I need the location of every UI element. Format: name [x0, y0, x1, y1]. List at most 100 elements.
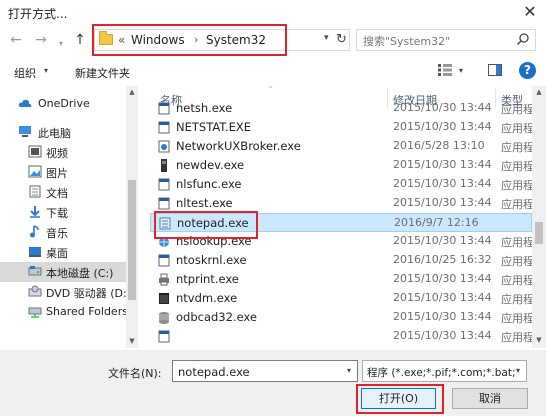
filter-dropdown-icon[interactable]: ▾	[516, 366, 520, 375]
cancel-button[interactable]: 取消	[452, 388, 528, 409]
search-placeholder: 搜索"System32"	[363, 35, 451, 48]
exe-icon	[158, 330, 170, 343]
sidebar-item-label: 桌面	[46, 247, 68, 260]
sidebar-item-desktop[interactable]: 桌面	[0, 242, 126, 262]
table-row[interactable]: NETSTAT.EXE 2015/10/30 13:44 应用程	[150, 118, 534, 137]
sidebar-item-label: 文档	[46, 187, 68, 200]
filename-value[interactable]: notepad.exe	[178, 365, 250, 379]
file-name: NetworkUXBroker.exe	[176, 139, 301, 153]
sort-arrow-icon: ^	[268, 86, 274, 93]
search-icon[interactable]	[516, 32, 530, 46]
view-options-icon[interactable]	[437, 63, 453, 77]
sidebar-item-this-pc[interactable]: 此电脑	[0, 122, 126, 142]
file-type: 应用程	[501, 236, 534, 249]
exe-icon	[158, 102, 170, 115]
file-type: 应用程	[501, 312, 534, 325]
file-type-filter-value[interactable]: 程序 (*.exe;*.pif;*.com;*.bat;*.	[367, 365, 515, 380]
refresh-icon[interactable]: ↻	[336, 32, 347, 47]
filename-dropdown-icon[interactable]: ▾	[347, 366, 351, 375]
filelist-scrollbar[interactable]	[532, 86, 546, 348]
recent-chevron-icon[interactable]: ▾	[53, 35, 69, 53]
table-row[interactable]: newdev.exe 2015/10/30 13:44 应用程	[150, 156, 534, 175]
exe-icon	[158, 178, 170, 191]
table-row[interactable]: ntoskrnl.exe 2016/10/25 16:32 应用程	[150, 251, 534, 270]
file-date: 2015/10/30 13:44	[393, 158, 492, 171]
table-row[interactable]: NetworkUXBroker.exe 2016/5/28 13:10 应用程	[150, 137, 534, 156]
back-arrow-icon[interactable]: ←	[8, 31, 24, 49]
file-date: 2016/10/25 16:32	[393, 253, 492, 266]
desktop-icon	[29, 247, 41, 257]
dvd-icon	[28, 285, 42, 297]
title-bar	[0, 0, 546, 26]
sidebar-item-onedrive[interactable]: OneDrive	[0, 94, 126, 114]
address-dropdown-icon[interactable]: ▾	[324, 33, 329, 43]
file-name: ntvdm.exe	[176, 291, 238, 305]
music-icon	[30, 225, 39, 238]
file-type: 应用程	[501, 141, 534, 154]
sidebar-item-videos[interactable]: 视频	[0, 142, 126, 162]
exe-icon	[158, 197, 170, 210]
organize-chevron-icon[interactable]: ▾	[44, 66, 48, 75]
sidebar-scroll-up-icon[interactable]: ▲	[126, 86, 138, 98]
sidebar-item-music[interactable]: 音乐	[0, 222, 126, 242]
file-date: 2016/9/7 12:16	[394, 216, 479, 229]
forward-arrow-icon[interactable]: →	[33, 31, 49, 49]
sidebar-scrollbar-thumb[interactable]	[128, 180, 136, 300]
notepad-highlight-box	[154, 211, 258, 239]
file-name: NETSTAT.EXE	[176, 120, 252, 134]
device-icon	[161, 159, 167, 172]
file-date: 2015/10/30 13:44	[393, 310, 492, 323]
sidebar-item-documents[interactable]: 文档	[0, 182, 126, 202]
exe-icon	[158, 254, 170, 267]
window-icon	[159, 293, 169, 304]
pictures-folder-icon	[28, 165, 42, 178]
sidebar-item-label: Shared Folders	[46, 305, 126, 318]
address-highlight-box	[92, 24, 287, 56]
filelist-scroll-down-icon[interactable]: ▼	[532, 336, 546, 348]
file-type: 应用程	[501, 331, 534, 344]
table-row[interactable]: ntprint.exe 2015/10/30 13:44 应用程	[150, 270, 534, 289]
table-row[interactable]: odbcad32.exe 2015/10/30 13:44 应用程	[150, 308, 534, 327]
organize-button[interactable]: 组织	[14, 65, 36, 81]
network-icon	[158, 140, 170, 153]
file-name: ntoskrnl.exe	[176, 253, 247, 267]
sidebar-scroll-down-icon[interactable]: ▼	[126, 335, 138, 347]
window-title: 打开方式...	[8, 7, 68, 21]
sidebar-item-dvd-drive[interactable]: DVD 驱动器 (D:	[0, 282, 126, 302]
file-type: 应用程	[501, 179, 534, 192]
file-date: 2016/5/28 13:10	[393, 139, 485, 152]
file-name: ntprint.exe	[176, 272, 239, 286]
download-icon	[30, 206, 40, 218]
help-icon[interactable]: ?	[519, 62, 536, 79]
close-icon[interactable]: ✕	[519, 2, 541, 22]
file-type: 应用程	[501, 103, 534, 116]
computer-icon	[19, 126, 31, 137]
table-row[interactable]: 2015/10/30 13:44 应用程	[150, 327, 534, 346]
view-chevron-icon[interactable]: ▾	[459, 66, 463, 75]
network-drive-icon	[28, 307, 42, 318]
file-type: 应用程	[501, 122, 534, 135]
preview-pane-icon[interactable]	[488, 64, 502, 76]
sidebar-item-pictures[interactable]: 图片	[0, 162, 126, 182]
navigation-pane: OneDrive 此电脑 视频 图片 文档 下载 音乐 桌面 本地磁盘 (C:)…	[0, 86, 126, 348]
sidebar-item-label: 下载	[46, 207, 68, 220]
file-type: 应用程	[501, 293, 534, 306]
video-folder-icon	[28, 145, 42, 158]
filelist-scrollbar-thumb[interactable]	[535, 222, 543, 244]
sidebar-item-downloads[interactable]: 下载	[0, 202, 126, 222]
file-date: 2015/10/30 13:44	[393, 234, 492, 247]
filelist-scroll-up-icon[interactable]: ▲	[532, 88, 546, 100]
sidebar-item-shared-folders[interactable]: Shared Folders	[0, 302, 126, 322]
documents-folder-icon	[29, 185, 41, 198]
table-row[interactable]: netsh.exe 2015/10/30 13:44 应用程	[150, 99, 534, 118]
sidebar-item-label: 音乐	[46, 227, 68, 240]
printer-icon	[159, 273, 169, 286]
cloud-icon	[18, 99, 32, 107]
up-arrow-icon[interactable]: ↑	[72, 31, 88, 49]
table-row[interactable]: ntvdm.exe 2015/10/30 13:44 应用程	[150, 289, 534, 308]
table-row[interactable]: nlsfunc.exe 2015/10/30 13:44 应用程	[150, 175, 534, 194]
exe-icon	[158, 121, 170, 134]
file-date: 2015/10/30 13:44	[393, 101, 492, 114]
new-folder-button[interactable]: 新建文件夹	[75, 65, 130, 81]
sidebar-item-local-disk-c[interactable]: 本地磁盘 (C:)	[0, 262, 126, 282]
